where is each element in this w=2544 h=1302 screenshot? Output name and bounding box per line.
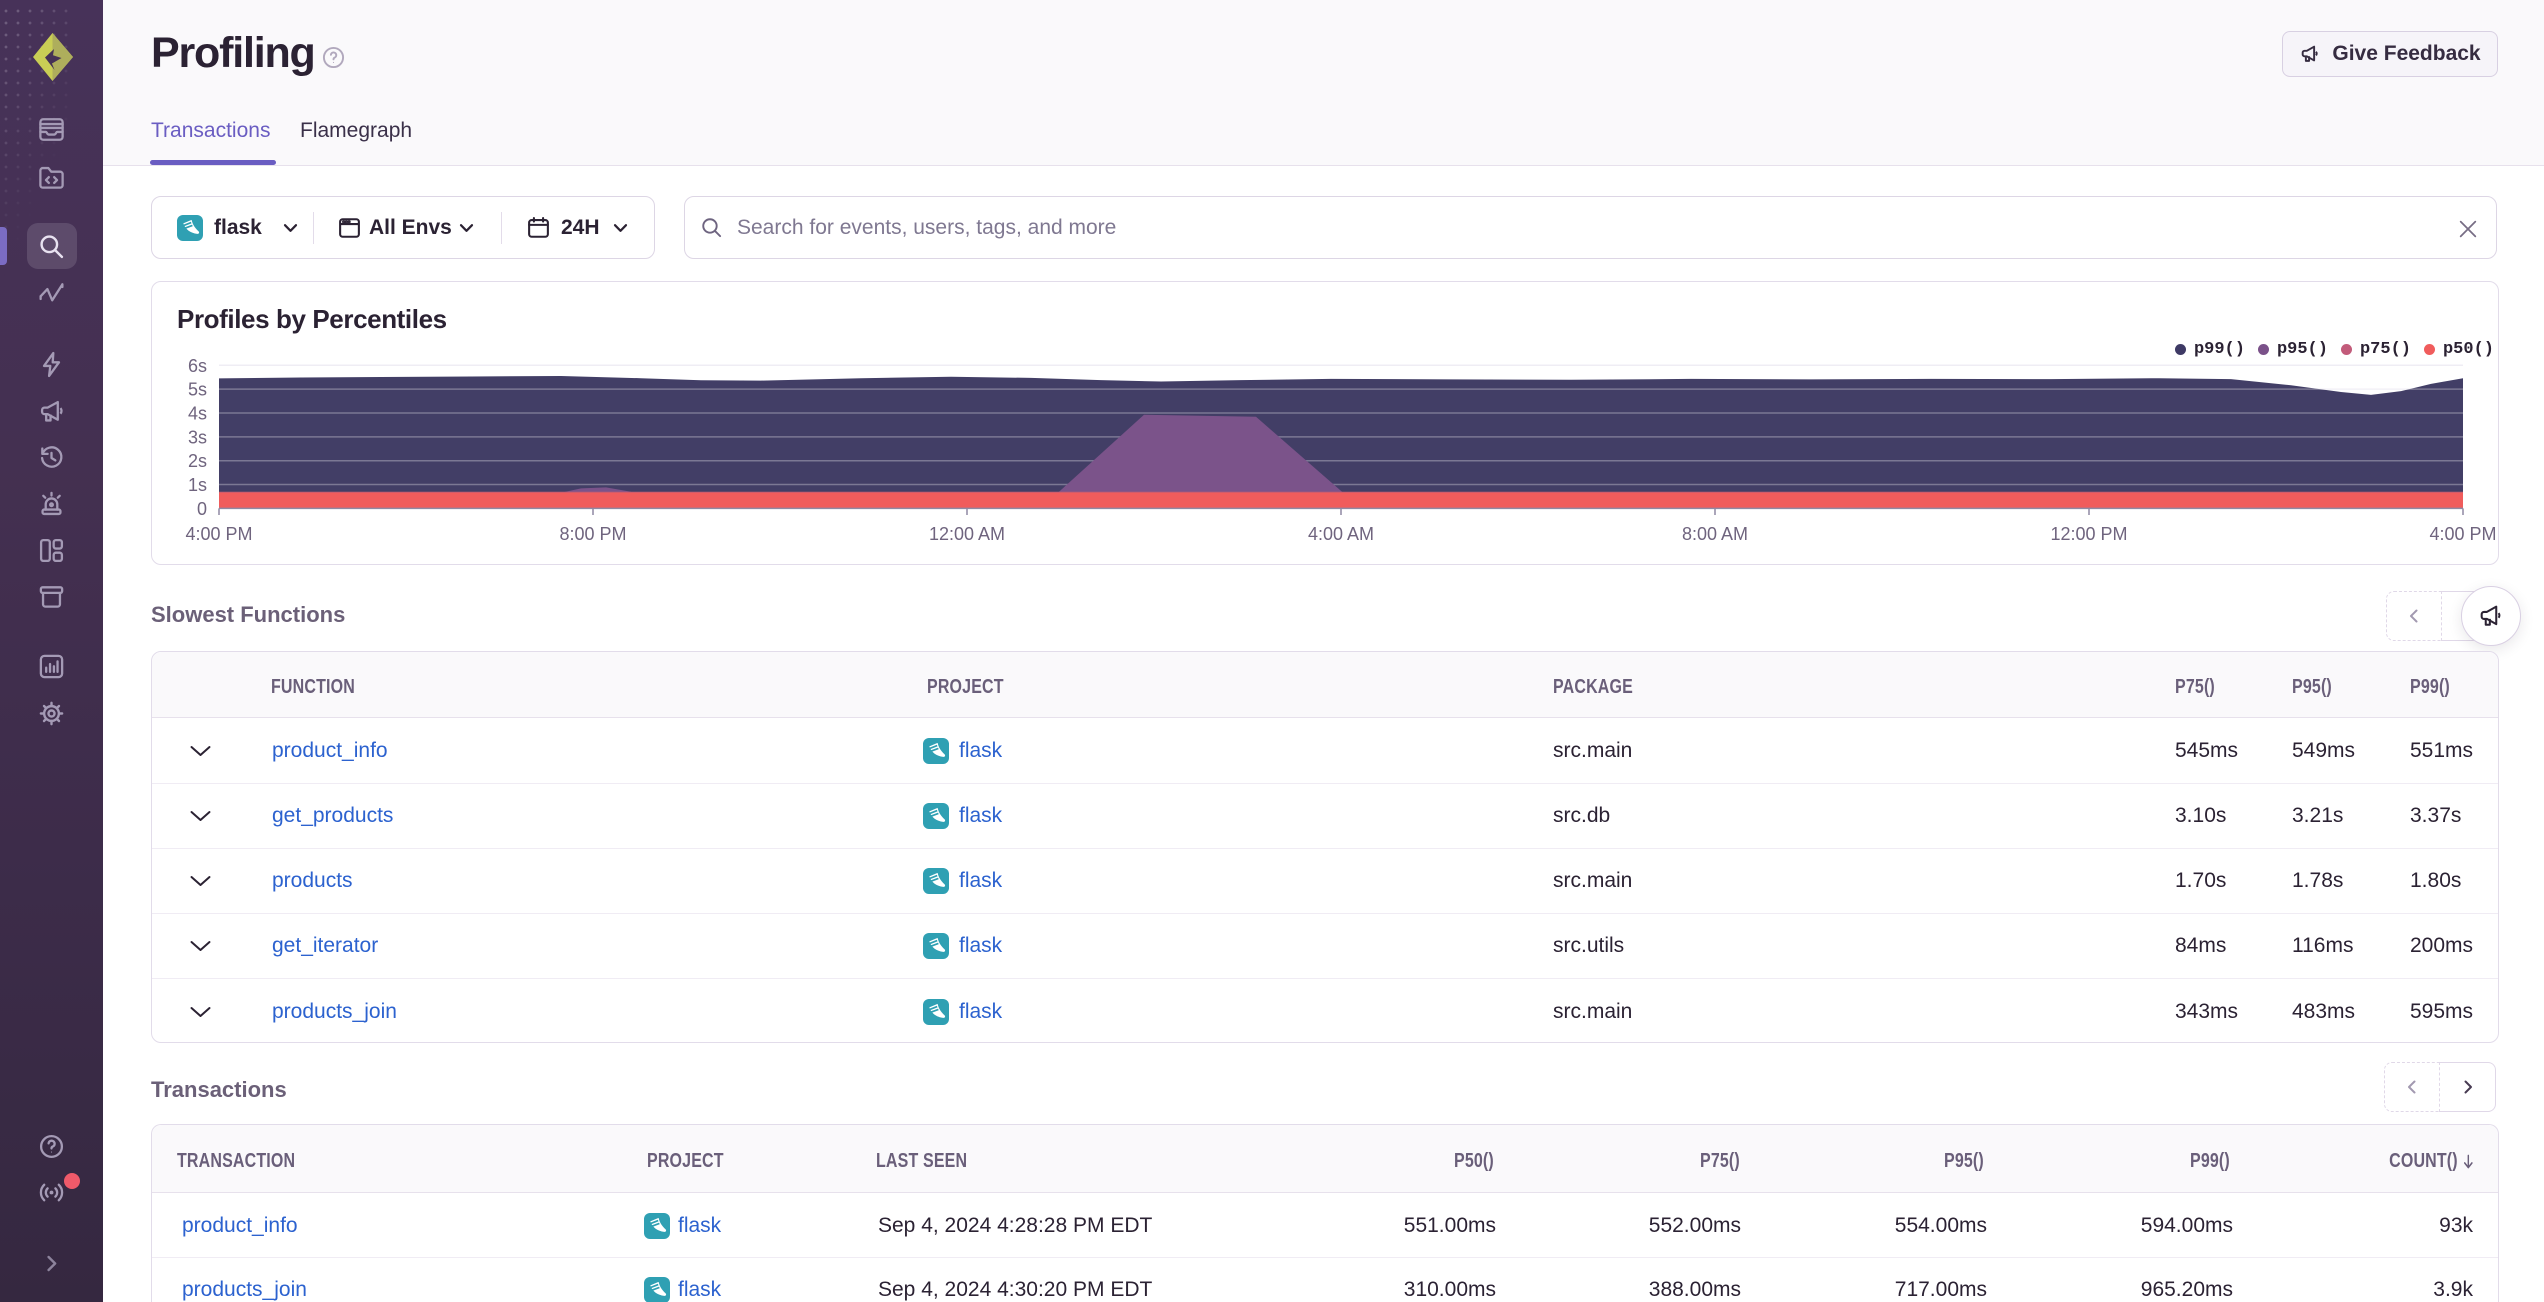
svg-text:4:00 PM: 4:00 PM	[185, 524, 252, 544]
svg-text:8:00 AM: 8:00 AM	[1682, 524, 1748, 544]
svg-text:5s: 5s	[188, 380, 207, 400]
svg-text:2s: 2s	[188, 451, 207, 471]
svg-text:4:00 AM: 4:00 AM	[1308, 524, 1374, 544]
svg-text:4s: 4s	[188, 404, 207, 424]
svg-text:12:00 PM: 12:00 PM	[2050, 524, 2127, 544]
svg-text:6s: 6s	[188, 356, 207, 376]
svg-text:8:00 PM: 8:00 PM	[559, 524, 626, 544]
svg-text:0: 0	[197, 499, 207, 519]
svg-text:12:00 AM: 12:00 AM	[929, 524, 1005, 544]
svg-text:3s: 3s	[188, 427, 207, 447]
svg-text:4:00 PM: 4:00 PM	[2429, 524, 2496, 544]
svg-text:1s: 1s	[188, 475, 207, 495]
